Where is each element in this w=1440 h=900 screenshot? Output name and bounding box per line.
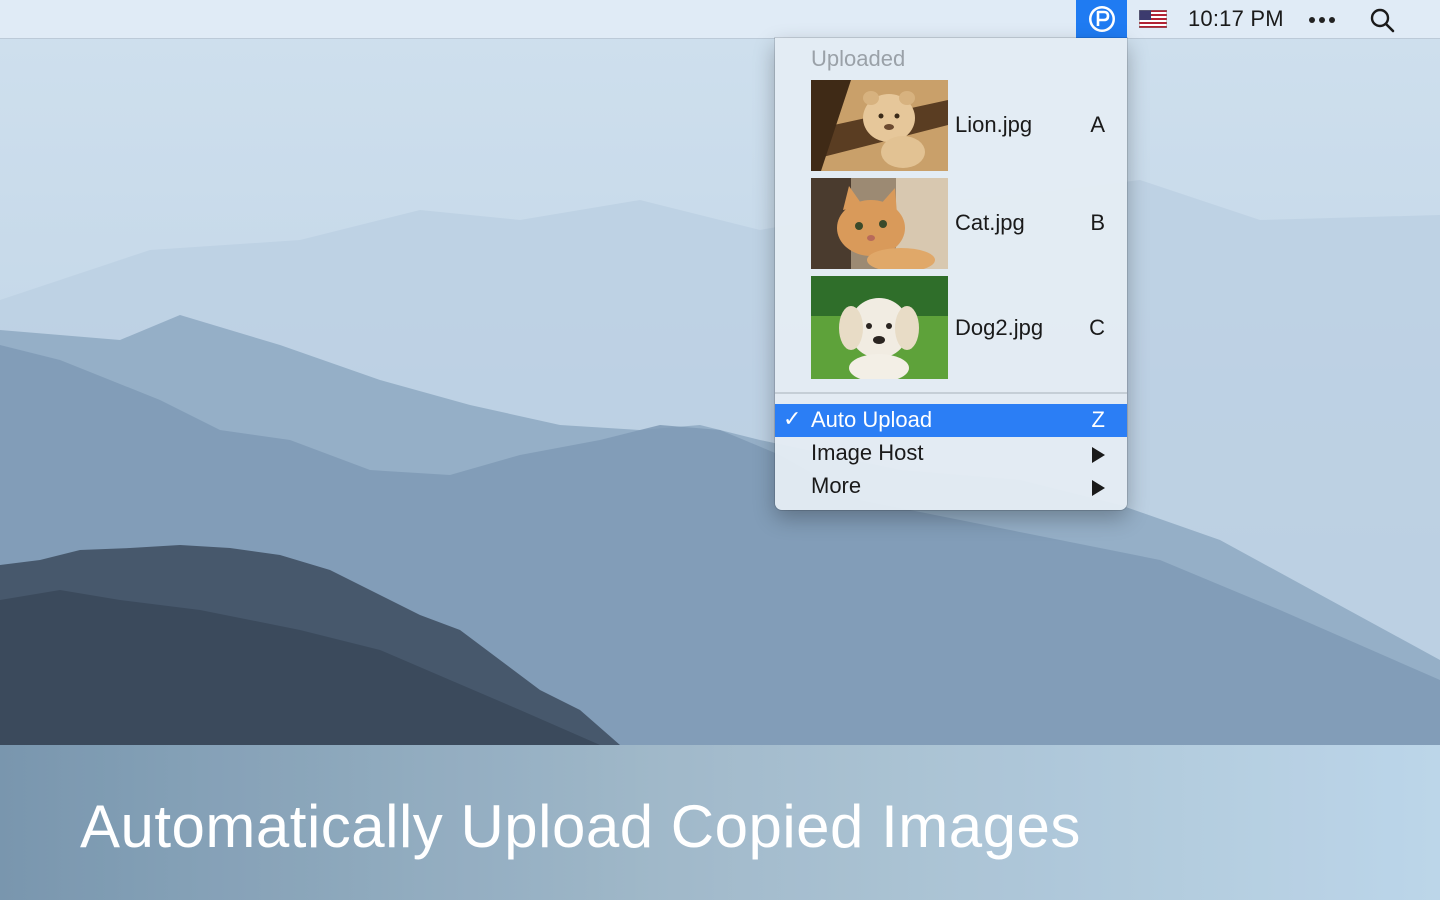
menu-item-shortcut: Z: [1091, 407, 1105, 432]
checkmark-icon: ✓: [783, 406, 802, 431]
menu-bar-clock[interactable]: 10:17 PM: [1188, 6, 1284, 32]
uploaded-section-header: Uploaded: [811, 46, 906, 71]
ellipsis-icon[interactable]: [1309, 17, 1335, 23]
promo-caption: Automatically Upload Copied Images: [80, 793, 1081, 860]
us-flag-icon[interactable]: [1138, 9, 1168, 29]
menu-item-label: Image Host: [811, 440, 924, 465]
submenu-arrow-icon: [1092, 447, 1105, 463]
menu-item-label: Auto Upload: [811, 407, 933, 432]
kitten-thumbnail: [811, 178, 948, 269]
uploaded-item-shortcut: C: [1089, 315, 1105, 340]
uploaded-item-name: Dog2.jpg: [955, 315, 1044, 340]
search-icon[interactable]: [1368, 6, 1396, 34]
lion-cub-thumbnail: [811, 80, 948, 171]
uploaded-item-lion[interactable]: Lion.jpg A: [775, 80, 1127, 176]
menu-separator: [775, 392, 1127, 394]
uploaded-item-shortcut: A: [1090, 112, 1105, 137]
menu-item-auto-upload[interactable]: ✓ Auto Upload Z: [775, 404, 1127, 437]
uploaded-item-shortcut: B: [1090, 210, 1105, 235]
uploaded-item-cat[interactable]: Cat.jpg B: [775, 178, 1127, 274]
menu-item-more[interactable]: More: [775, 470, 1127, 503]
submenu-arrow-icon: [1092, 480, 1105, 496]
uploaded-item-dog[interactable]: Dog2.jpg C: [775, 276, 1127, 380]
uploaded-item-name: Lion.jpg: [955, 112, 1033, 137]
desktop-wallpaper: [0, 0, 1440, 900]
status-menu-dropdown: Uploaded Lion.jpg A Cat.jpg B Dog2.jpg C…: [775, 38, 1127, 510]
menu-item-image-host[interactable]: Image Host: [775, 437, 1127, 470]
menu-item-label: More: [811, 473, 862, 498]
puppy-thumbnail: [811, 276, 948, 379]
menu-bar: 10:17 PM: [0, 0, 1440, 39]
p-logo-icon[interactable]: [1076, 0, 1127, 38]
uploaded-item-name: Cat.jpg: [955, 210, 1025, 235]
